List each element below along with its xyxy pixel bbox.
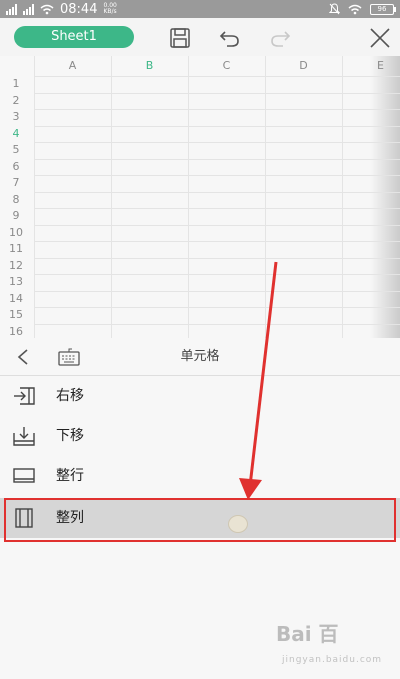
column-header-c[interactable]: C [188, 56, 265, 76]
row-header-8[interactable]: 8 [0, 192, 32, 208]
grid-hline [34, 274, 400, 275]
grid-hline [34, 323, 400, 325]
row-header-3[interactable]: 3 [0, 109, 32, 125]
grid-hline [34, 158, 400, 160]
panel-header: 单元格 [0, 338, 400, 376]
grid-hline [34, 142, 400, 143]
panel-title: 单元格 [180, 349, 220, 364]
grid-hline [34, 224, 400, 226]
grid-vline [265, 56, 266, 338]
row-header-13[interactable]: 13 [0, 274, 32, 290]
status-left: 08:44 0.00 KB/s [6, 0, 117, 18]
grid-vline [342, 56, 343, 338]
menu-item-entire-row[interactable]: 整行 [0, 456, 400, 496]
battery-icon: 96 [370, 3, 396, 15]
signal-icon-2 [23, 3, 34, 15]
grid-vline [111, 56, 112, 338]
status-bar: 08:44 0.00 KB/s 96 [0, 0, 400, 18]
undo-icon[interactable] [218, 26, 242, 50]
row-header-4[interactable]: 4 [0, 126, 32, 142]
grid-hline [34, 290, 400, 292]
row-header-10[interactable]: 10 [0, 225, 32, 241]
close-icon[interactable] [368, 26, 392, 50]
toolbar: Sheet1 [0, 18, 400, 56]
mute-icon [329, 3, 340, 15]
watermark-logo: Bai 百 [276, 622, 339, 646]
column-header-b[interactable]: B [111, 56, 188, 76]
menu-item-shift-right[interactable]: 右移 [0, 376, 400, 416]
row-header-1[interactable]: 1 [0, 76, 32, 92]
status-speed: 0.00 KB/s [103, 2, 117, 15]
row-header-14[interactable]: 14 [0, 291, 32, 307]
shift-down-icon [13, 427, 35, 446]
row-header-7[interactable]: 7 [0, 175, 32, 191]
signal-icon [6, 3, 17, 15]
status-time: 08:44 [60, 1, 98, 17]
wifi-icon [40, 4, 54, 14]
sheet-tab[interactable]: Sheet1 [14, 26, 134, 48]
grid-hline [34, 125, 400, 127]
grid-hline [34, 257, 400, 259]
watermark: Bai 百 jingyan.baidu.com [276, 618, 396, 674]
watermark-sub: jingyan.baidu.com [282, 655, 383, 665]
column-header-a[interactable]: A [34, 56, 111, 76]
grid-hline [34, 191, 400, 193]
menu-item-label: 下移 [56, 428, 84, 444]
touch-indicator [228, 515, 248, 533]
menu-item-label: 右移 [56, 388, 84, 404]
row-header-9[interactable]: 9 [0, 208, 32, 224]
grid-shade [370, 56, 400, 338]
column-header-e[interactable]: E [342, 56, 400, 76]
grid-hline [34, 208, 400, 209]
highlight-box [4, 498, 396, 542]
row-header-15[interactable]: 15 [0, 307, 32, 323]
row-header-11[interactable]: 11 [0, 241, 32, 257]
grid-hline [34, 109, 400, 110]
spreadsheet-grid[interactable]: A B C D E 1 2 3 4 5 6 7 8 9 10 11 12 13 14 15 16 [0, 56, 400, 338]
row-header-6[interactable]: 6 [0, 159, 32, 175]
menu-item-label: 整行 [56, 468, 84, 484]
save-icon[interactable] [168, 26, 192, 50]
column-header-d[interactable]: D [265, 56, 342, 76]
grid-hline [34, 241, 400, 242]
grid-hline [34, 76, 400, 77]
grid-hline [34, 307, 400, 308]
menu-item-shift-down[interactable]: 下移 [0, 416, 400, 456]
status-right: 96 [329, 0, 396, 18]
redo-icon[interactable] [268, 26, 292, 50]
row-header-16[interactable]: 16 [0, 324, 32, 339]
shift-right-icon [14, 387, 35, 405]
row-header-2[interactable]: 2 [0, 93, 32, 109]
grid-hline [34, 92, 400, 94]
wifi-status-icon [348, 4, 362, 14]
grid-vline [188, 56, 189, 338]
grid-hline [34, 175, 400, 176]
grid-vline [34, 56, 35, 338]
row-header-12[interactable]: 12 [0, 258, 32, 274]
entire-row-icon [13, 468, 35, 483]
row-header-5[interactable]: 5 [0, 142, 32, 158]
